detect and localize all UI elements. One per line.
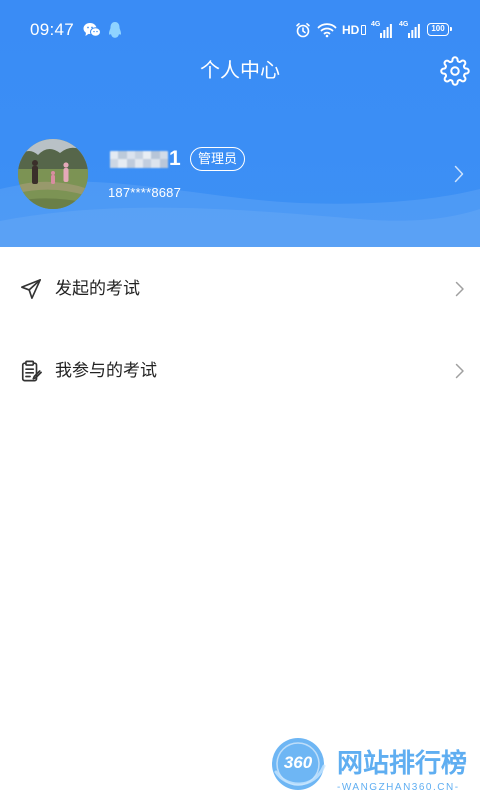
menu-item-joined-exams[interactable]: 我参与的考试 (0, 330, 480, 412)
menu-item-initiated-exams[interactable]: 发起的考试 (0, 248, 480, 330)
title-bar: 个人中心 (0, 56, 480, 88)
watermark: 360 网站排行榜 -WANGZHAN360.CN- (268, 734, 474, 796)
user-name-row: 1 (110, 147, 181, 171)
wechat-icon (83, 23, 101, 37)
hd-phone-glyph (361, 25, 366, 35)
settings-button[interactable] (440, 56, 470, 86)
signal-bars-icon (380, 24, 392, 38)
watermark-logo-text: 360 (283, 753, 313, 772)
role-badge: 管理员 (190, 147, 246, 171)
chevron-right-icon (454, 165, 464, 183)
sim2-network-type: 4G (399, 21, 409, 28)
menu-list: 发起的考试 我参与的考试 (0, 248, 480, 412)
page-title: 个人中心 (200, 60, 280, 82)
battery-icon: 100 (427, 23, 452, 36)
hd-voice-icon: HD (342, 21, 367, 39)
avatar (18, 139, 88, 209)
paper-plane-icon (21, 279, 41, 299)
chevron-right-icon (455, 363, 464, 379)
alarm-icon (296, 23, 310, 38)
profile-card[interactable]: 1 管理员 187****8687 (0, 130, 480, 222)
watermark-logo: 360 (270, 736, 326, 792)
user-name: 1 (169, 147, 181, 170)
menu-item-label: 发起的考试 (55, 279, 140, 298)
signal-sim1-icon: 4G (371, 21, 393, 39)
status-bar: 09:47 HD 4G 4G 100 (0, 0, 480, 58)
hd-label: HD (342, 23, 360, 37)
user-name-mosaic (110, 150, 168, 168)
signal-sim2-icon: 4G (399, 21, 421, 39)
signal-bars-icon (408, 24, 420, 38)
chevron-right-icon (455, 281, 464, 297)
battery-nub (449, 27, 452, 32)
status-time: 09:47 (30, 20, 75, 39)
user-phone: 187****8687 (108, 185, 182, 200)
watermark-title: 网站排行榜 (337, 748, 468, 778)
watermark-subtitle: -WANGZHAN360.CN- (337, 782, 460, 793)
battery-level: 100 (431, 24, 445, 33)
wifi-icon (317, 23, 337, 38)
qq-icon (109, 22, 121, 38)
gear-icon (440, 56, 470, 86)
menu-item-label: 我参与的考试 (55, 361, 157, 380)
sim1-network-type: 4G (371, 21, 381, 28)
clipboard-icon (21, 360, 42, 382)
